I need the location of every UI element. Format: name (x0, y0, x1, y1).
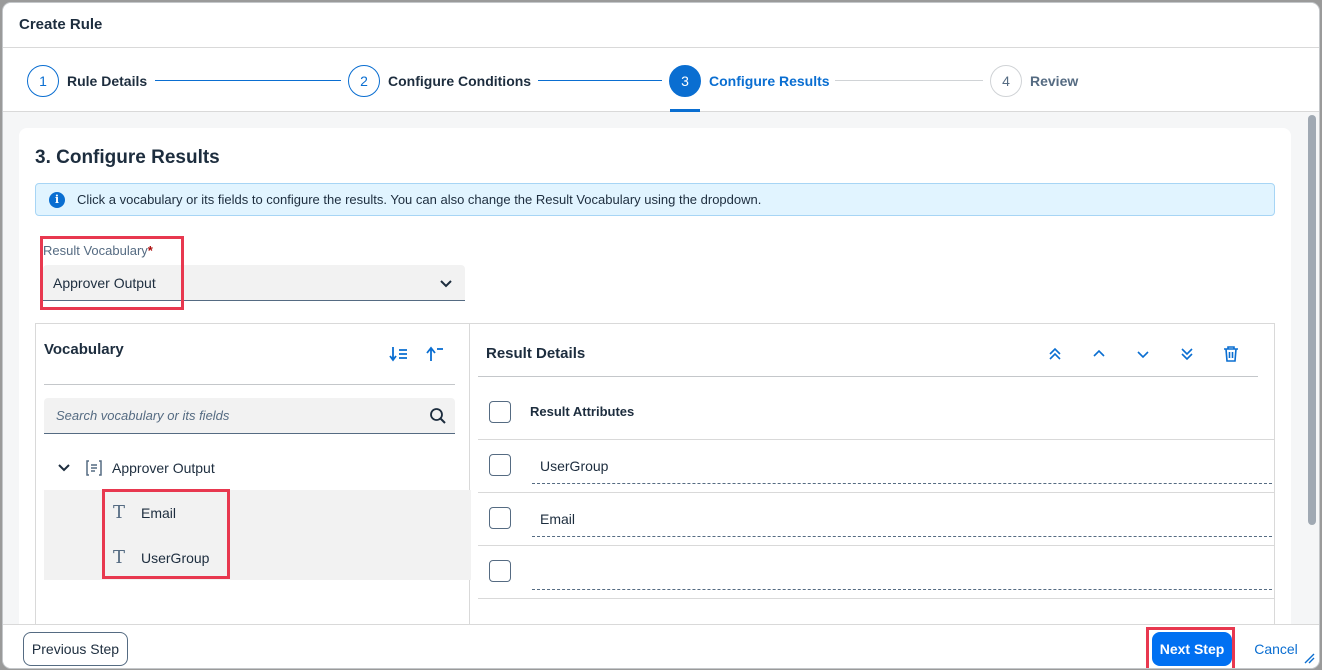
step-number: 1 (27, 65, 59, 97)
vocabulary-panel: Vocabulary Search vocabulary or its fiel… (35, 323, 471, 628)
result-details-panel: Result Details Result Attributes UserGro… (470, 323, 1275, 628)
move-down-button[interactable] (1131, 342, 1155, 366)
column-header-result-attributes: Result Attributes (530, 404, 635, 419)
sort-descending-button[interactable] (387, 342, 411, 366)
table-row: UserGroup (478, 440, 1274, 493)
tree-field-label: Email (141, 504, 177, 521)
step-number: 4 (990, 65, 1022, 97)
tree-node-label: Approver Output (112, 459, 215, 476)
dialog-footer: Previous Step Next Step Cancel (3, 624, 1319, 668)
result-vocabulary-label-text: Result Vocabulary (43, 243, 148, 258)
wizard-step-configure-conditions[interactable]: 2 Configure Conditions (348, 65, 531, 97)
wizard-step-configure-results[interactable]: 3 Configure Results (669, 65, 830, 97)
result-vocabulary-select[interactable]: Approver Output (43, 265, 465, 301)
row-checkbox[interactable] (489, 507, 511, 529)
step-connector (155, 80, 341, 81)
info-message-strip: i Click a vocabulary or its fields to co… (35, 183, 1275, 216)
result-vocabulary-label: Result Vocabulary* (43, 243, 153, 258)
search-placeholder: Search vocabulary or its fields (56, 408, 230, 423)
step-label: Configure Results (709, 73, 830, 89)
vertical-scrollbar[interactable] (1308, 115, 1316, 525)
trash-icon (1224, 346, 1238, 362)
required-marker: * (147, 243, 153, 258)
dialog-header: Create Rule (3, 3, 1319, 48)
active-step-indicator (670, 109, 700, 112)
vocabulary-structure-icon (86, 459, 102, 476)
text-type-icon: T (112, 502, 125, 523)
result-vocabulary-value: Approver Output (53, 274, 156, 291)
row-checkbox[interactable] (489, 560, 511, 582)
previous-step-button[interactable]: Previous Step (23, 632, 128, 666)
double-chevron-up-icon (1049, 347, 1061, 360)
wizard-step-review[interactable]: 4 Review (990, 65, 1078, 97)
sort-descending-icon (389, 347, 407, 362)
next-step-button[interactable]: Next Step (1152, 632, 1232, 666)
cancel-button[interactable]: Cancel (1243, 632, 1309, 666)
configure-results-section: 3. Configure Results i Click a vocabular… (19, 128, 1291, 628)
create-rule-dialog: Create Rule 1 Rule Details 2 Configure C… (3, 3, 1319, 668)
step-connector (538, 80, 662, 81)
step-number: 2 (348, 65, 380, 97)
step-number: 3 (669, 65, 701, 97)
table-row (478, 546, 1274, 599)
collapse-all-button[interactable] (423, 342, 447, 366)
move-to-top-button[interactable] (1043, 342, 1067, 366)
section-title: 3. Configure Results (35, 147, 220, 168)
result-table-header: Result Attributes (478, 384, 1274, 440)
tree-field-usergroup[interactable]: T UserGroup (44, 535, 471, 580)
step-connector (835, 80, 983, 81)
panel-separator (478, 376, 1258, 377)
row-checkbox[interactable] (489, 454, 511, 476)
chevron-down-icon (1137, 351, 1149, 359)
collapse-all-icon (426, 346, 443, 361)
tree-field-email[interactable]: T Email (44, 490, 471, 535)
vocabulary-search-input[interactable]: Search vocabulary or its fields (44, 398, 455, 434)
vocabulary-panel-title: Vocabulary (44, 341, 124, 358)
text-type-icon: T (112, 547, 125, 568)
chevron-up-icon (1093, 349, 1105, 357)
info-message-text: Click a vocabulary or its fields to conf… (77, 192, 762, 207)
chevron-down-icon[interactable] (57, 461, 71, 475)
delete-button[interactable] (1219, 342, 1243, 366)
search-icon[interactable] (429, 407, 447, 425)
wizard-progress: 1 Rule Details 2 Configure Conditions 3 … (3, 48, 1319, 112)
table-row: Email (478, 493, 1274, 546)
double-chevron-down-icon (1181, 348, 1193, 361)
result-details-title: Result Details (486, 345, 586, 362)
step-label: Rule Details (67, 73, 148, 89)
tree-field-label: UserGroup (141, 549, 210, 566)
result-attribute-input[interactable]: Email (532, 501, 1274, 537)
info-icon: i (49, 191, 65, 208)
step-label: Configure Conditions (388, 73, 532, 89)
resize-handle-icon[interactable] (1303, 652, 1315, 664)
select-all-checkbox[interactable] (489, 400, 511, 423)
result-attribute-input[interactable]: UserGroup (532, 448, 1274, 484)
tree-node-approver-output[interactable]: Approver Output (44, 445, 471, 490)
wizard-step-rule-details[interactable]: 1 Rule Details (27, 65, 147, 97)
move-up-button[interactable] (1087, 342, 1111, 366)
step-label: Review (1030, 73, 1079, 89)
panel-separator (44, 384, 455, 385)
move-to-bottom-button[interactable] (1175, 342, 1199, 366)
result-attribute-input[interactable] (532, 554, 1274, 590)
dialog-title: Create Rule (19, 16, 103, 33)
chevron-down-icon (440, 279, 452, 287)
